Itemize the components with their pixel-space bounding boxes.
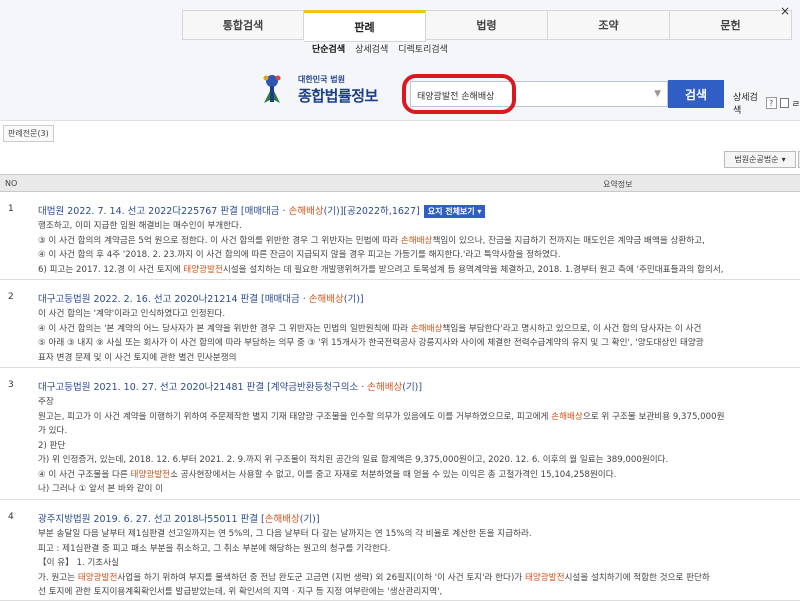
sort-dropdown[interactable]: 법원순공법순 ▾ [724, 151, 796, 168]
excerpt-line: 원고는, 피고가 이 사건 계약을 이행하기 위하여 주문제작한 별지 기재 태… [38, 411, 725, 422]
result-title-link[interactable]: 대법원 2022. 7. 14. 선고 2022다225767 판결 [매매대금… [38, 203, 486, 218]
sort-label: 법원순공법순 [734, 155, 779, 164]
excerpt-line: 이 사건 합의는 '계약'이라고 인식하였다고 인정된다. [38, 309, 226, 319]
main-nav: 통합검색 판례 법령 조약 문헌 × [182, 4, 800, 42]
excerpt-line: ④ 이 사건 합의는 '본 계약의 어느 당사자가 본 계약을 위반한 경우 그… [38, 323, 702, 334]
keyword-highlight: 손해배상 [288, 206, 324, 217]
excerpt-line: 가) 위 인정증거, 있는데, 2018. 12. 6.부터 2021. 2. … [38, 455, 669, 465]
result-title-link[interactable]: 대구고등법원 2022. 2. 16. 선고 2020나21214 판결 [매매… [38, 291, 364, 305]
chevron-down-icon[interactable]: ▼ [654, 89, 661, 99]
advanced-search-group: 상세검색 ? ㄹ [733, 90, 800, 116]
column-header-summary: 요약정보 [603, 180, 633, 189]
excerpt-line: 부분 송달일 다음 날부터 제1심판결 선고일까지는 연 5%의, 그 다음 날… [38, 529, 532, 539]
result-search-checkbox[interactable] [779, 98, 789, 108]
tab-treaties[interactable]: 조약 [548, 10, 670, 40]
subnav-directory-search[interactable]: 디렉토리검색 [398, 42, 448, 55]
excerpt-line: ④ 이 사건 합의 후 4주 '2018. 2. 23.까지 이 사건 합의에 … [38, 250, 561, 260]
excerpt-line: 【이 유】 1. 기초사실 [38, 558, 120, 568]
logo-title: 종합법률정보 [298, 87, 378, 105]
help-icon[interactable]: ? [765, 97, 777, 109]
keyword-highlight: 손해배상 [308, 294, 344, 305]
excerpt-line: 피고 : 제1심판결 중 피고 패소 부분을 취소하고, 그 취소 부분에 해당… [38, 543, 391, 554]
tab-full-text[interactable]: 판례전문(3) [3, 125, 54, 142]
excerpt-line: 6) 피고는 2017. 12.경 이 사건 토지에 태양광발전시설을 설치하는… [38, 264, 724, 275]
keyword-highlight: 손해배상 [367, 382, 403, 393]
result-row: 4 광주지방법원 2019. 6. 27. 선고 2018나55011 판결 [손… [0, 500, 800, 601]
search-button[interactable]: 검색 [668, 80, 724, 108]
highlight-annotation [402, 74, 516, 114]
sub-nav: 단순검색 상세검색 디렉토리검색 [312, 42, 448, 55]
tab-statutes[interactable]: 법령 [426, 10, 548, 40]
excerpt-line: 주장 [38, 397, 54, 407]
checkbox-label: ㄹ [791, 99, 800, 110]
results-toolbar: 판례전문(3) 법원순공법순 ▾ [0, 120, 800, 174]
result-row: 3 대구고등법원 2021. 10. 27. 선고 2020나21481 판결 [… [0, 368, 800, 500]
result-excerpt: 주장원고는, 피고가 이 사건 계약을 이행하기 위하여 주문제작한 별지 기재… [38, 395, 800, 497]
excerpt-line: 표자 변경 문제 및 이 사건 토지에 관한 별건 민사분쟁의 [38, 352, 237, 363]
keyword-highlight: 손해배상 [400, 235, 433, 246]
keyword-highlight: 태양광발전 [524, 572, 565, 583]
excerpt-line: 2) 판단 [38, 440, 66, 451]
keyword-highlight: 손해배상 [410, 323, 443, 334]
result-excerpt: 이 사건 합의는 '계약'이라고 인식하였다고 인정된다. ④ 이 사건 합의는 … [38, 307, 800, 365]
result-excerpt: 행조하고, 이미 지급한 임원 해결비는 매수인이 부개한다. ③ 이 사건 합의… [38, 219, 800, 277]
keyword-highlight: 손해배상 [264, 514, 300, 525]
table-header: NO 요약정보 [0, 174, 800, 192]
tab-literature[interactable]: 문헌 [670, 10, 792, 40]
excerpt-line: 선 토지에 관한 토지이용계획확인서를 발급받았는데, 위 확인서의 지역 · … [38, 587, 443, 597]
excerpt-line: ③ 이 사건 합의의 계약금은 5억 원으로 정한다. 이 사건 합의를 위반한… [38, 235, 705, 246]
result-row: 1 대법원 2022. 7. 14. 선고 2022다225767 판결 [매매대… [0, 192, 800, 280]
result-number: 1 [8, 204, 14, 214]
keyword-highlight: 태양광발전 [183, 264, 223, 275]
chevron-down-icon: ▾ [781, 155, 786, 164]
result-excerpt: 부분 송달일 다음 날부터 제1심판결 선고일까지는 연 5%의, 그 다음 날… [38, 527, 800, 600]
result-number: 4 [8, 512, 14, 522]
site-logo[interactable]: 대한민국 법원 종합법률정보 [258, 72, 398, 108]
keyword-highlight: 손해배상 [551, 411, 583, 422]
court-emblem-icon [263, 75, 281, 103]
excerpt-line: 가. 원고는 태양광발전사업을 하기 위하여 부지를 물색하던 중 전남 완도군… [38, 572, 710, 583]
excerpt-line: ④ 이 사건 구조물을 다른 태양광발전소 공사현장에서는 사용할 수 없고, … [38, 469, 617, 480]
close-icon[interactable]: × [780, 4, 800, 18]
result-row: 2 대구고등법원 2022. 2. 16. 선고 2020나21214 판결 [매… [0, 280, 800, 368]
excerpt-line: 행조하고, 이미 지급한 임원 해결비는 매수인이 부개한다. [38, 221, 242, 231]
result-number: 3 [8, 380, 14, 390]
result-title-link[interactable]: 광주지방법원 2019. 6. 27. 선고 2018나55011 판결 [손해… [38, 511, 320, 525]
subnav-simple-search[interactable]: 단순검색 [312, 42, 345, 55]
keyword-highlight: 태양광발전 [130, 469, 171, 480]
excerpt-line: 나) 그러나 ① 앞서 본 바와 같이 이 [38, 484, 164, 494]
result-number: 2 [8, 292, 14, 302]
page-header: 통합검색 판례 법령 조약 문헌 × 단순검색 상세검색 디렉토리검색 대한민국… [0, 0, 800, 120]
tab-integrated-search[interactable]: 통합검색 [182, 10, 304, 40]
result-title-link[interactable]: 대구고등법원 2021. 10. 27. 선고 2020나21481 판결 [계… [38, 379, 422, 393]
view-summary-button[interactable]: 요지 전체보기 ▾ [423, 205, 486, 218]
excerpt-line: ⑤ 아래 ③ 내지 ⑨ 사실 또는 회사가 이 사건 합의에 따라 부담하는 의… [38, 338, 704, 348]
excerpt-line: 가 있다. [38, 426, 68, 436]
subnav-detailed-search[interactable]: 상세검색 [355, 42, 388, 55]
advanced-search-link[interactable]: 상세검색 [733, 90, 763, 116]
tab-precedents[interactable]: 판례 [304, 10, 426, 42]
keyword-highlight: 태양광발전 [77, 572, 118, 583]
column-header-no: NO [5, 179, 18, 188]
logo-subtitle: 대한민국 법원 [298, 75, 345, 84]
